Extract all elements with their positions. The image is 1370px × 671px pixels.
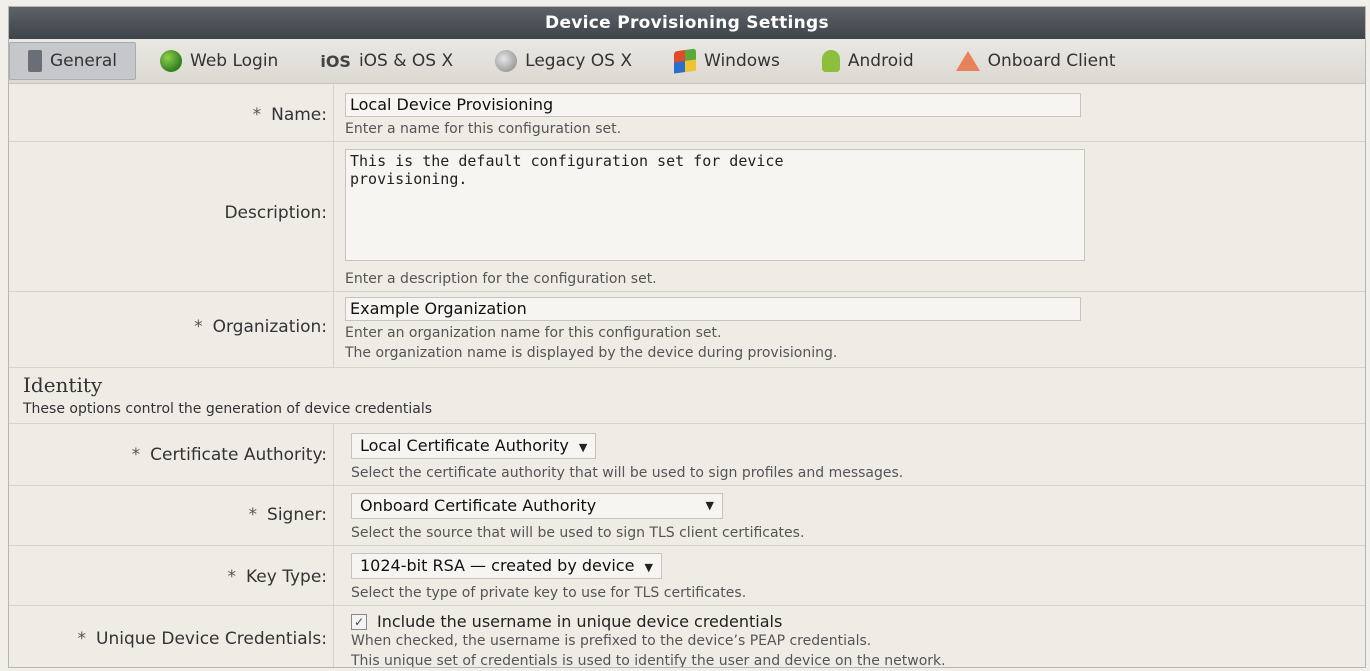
organization-input[interactable]: Example Organization [345,297,1081,321]
description-hint: Enter a description for the configuratio… [345,271,657,287]
organization-label: * Organization: [194,317,327,337]
tab-legacy-osx[interactable]: Legacy OS X [477,43,650,79]
unique-credentials-checkbox-row: ✓ Include the username in unique device c… [351,611,946,631]
panel-title: Device Provisioning Settings [9,7,1365,39]
windows-icon [674,48,697,74]
description-input[interactable]: This is the default configuration set fo… [345,149,1085,261]
certificate-authority-row: * Certificate Authority: Local Certificat… [9,423,1365,486]
tab-bar: General Web Login iOS iOS & OS X Legacy … [9,39,1365,84]
tab-onboard-client[interactable]: Onboard Client [938,43,1134,79]
chevron-down-icon: ▼ [644,561,653,574]
tab-general[interactable]: General [9,42,136,80]
name-hint: Enter a name for this configuration set. [345,121,622,137]
name-row: * Name: Local Device Provisioning Enter a… [9,85,1365,142]
tab-label: iOS & OS X [358,51,454,71]
identity-section: Identity These options control the gener… [9,367,1365,424]
signer-select[interactable]: Onboard Certificate Authority ▼ [351,493,723,519]
identity-subtitle: These options control the generation of … [23,401,433,417]
description-label: Description: [224,203,327,223]
chevron-down-icon: ▼ [705,499,714,512]
key-type-row: * Key Type: 1024-bit RSA — created by dev… [9,545,1365,606]
name-label: * Name: [252,105,327,125]
unique-credentials-checkbox[interactable]: ✓ [351,613,367,630]
globe-icon [160,50,182,72]
tab-label: Android [847,51,914,71]
certificate-authority-label: * Certificate Authority: [131,445,327,465]
tab-label: General [50,51,117,71]
tab-windows[interactable]: Windows [656,43,798,79]
tab-label: Web Login [190,51,279,71]
device-icon [28,50,42,72]
settings-panel: Device Provisioning Settings General Web… [8,6,1366,668]
onboard-icon [955,51,980,71]
key-type-select[interactable]: 1024-bit RSA — created by device ▼ [351,553,662,579]
chevron-down-icon: ▼ [578,441,588,454]
ios-icon: iOS [320,51,351,71]
description-row: Description: This is the default configu… [9,141,1365,292]
organization-row: * Organization: Example Organization Ente… [9,291,1365,368]
unique-credentials-hint-2: This unique set of credentials is used t… [351,653,946,668]
unique-credentials-row: * Unique Device Credentials: ✓ Include the… [9,605,1365,667]
signer-row: * Signer: Onboard Certificate Authority ▼ … [9,485,1365,546]
unique-credentials-label: * Unique Device Credentials: [77,629,328,649]
certificate-authority-hint: Select the certificate authority that wi… [351,465,904,481]
certificate-authority-select[interactable]: Local Certificate Authority ▼ [351,433,597,459]
apple-icon [495,50,518,72]
tab-label: Onboard Client [987,51,1116,71]
signer-label: * Signer: [248,505,327,525]
tab-label: Windows [704,51,780,71]
tab-android[interactable]: Android [804,43,932,79]
tab-web-login[interactable]: Web Login [142,43,296,79]
tab-label: Legacy OS X [525,51,633,71]
unique-credentials-check-label[interactable]: Include the username in unique device cr… [377,612,782,631]
key-type-hint: Select the type of private key to use fo… [351,585,747,601]
tab-ios-osx[interactable]: iOS iOS & OS X [302,43,471,79]
organization-hint: Enter an organization name for this conf… [345,325,722,341]
android-icon [821,50,840,72]
key-type-label: * Key Type: [227,567,328,587]
organization-hint-2: The organization name is displayed by th… [345,345,838,361]
unique-credentials-hint: When checked, the username is prefixed t… [351,633,872,649]
name-input[interactable]: Local Device Provisioning [345,93,1081,117]
identity-title: Identity [23,373,103,397]
signer-hint: Select the source that will be used to s… [351,525,805,541]
